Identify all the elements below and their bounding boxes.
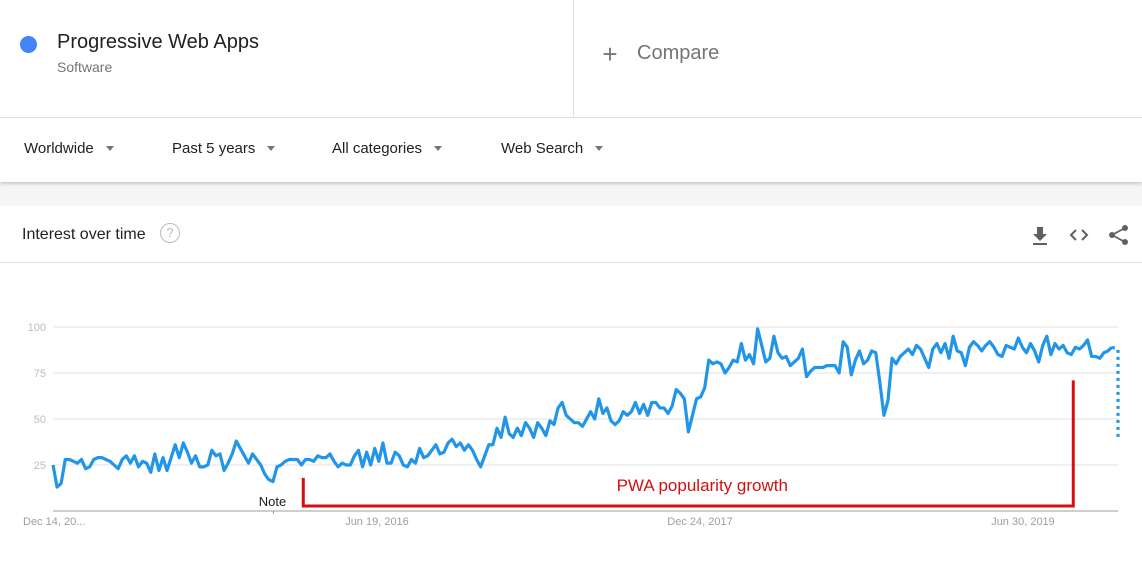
filter-time-dropdown[interactable]: Past 5 years	[172, 140, 276, 157]
filter-label: All categories	[332, 140, 423, 157]
search-terms-bar: Progressive Web Apps Software + Compare	[0, 0, 1142, 118]
section-gap	[0, 182, 1142, 206]
share-icon[interactable]	[1108, 224, 1130, 246]
term-name[interactable]: Progressive Web Apps	[57, 31, 259, 54]
filter-label: Worldwide	[24, 140, 94, 157]
search-term-card[interactable]: Progressive Web Apps Software	[0, 0, 574, 117]
compare-button[interactable]: + Compare	[600, 38, 720, 69]
caret-down-icon	[105, 146, 114, 151]
plus-icon: +	[602, 38, 618, 69]
filter-search-type-dropdown[interactable]: Web Search	[501, 140, 604, 157]
help-icon[interactable]: ?	[160, 223, 180, 243]
filter-category-dropdown[interactable]: All categories	[332, 140, 443, 157]
interest-over-time-card: Interest over time ?	[0, 206, 1142, 562]
card-title: Interest over time	[22, 226, 146, 243]
embed-code-icon[interactable]	[1068, 224, 1090, 246]
caret-down-icon	[267, 146, 276, 151]
filter-region-dropdown[interactable]: Worldwide	[24, 140, 114, 157]
filter-label: Web Search	[501, 140, 584, 157]
card-header: Interest over time ?	[0, 206, 1142, 263]
filter-label: Past 5 years	[172, 140, 256, 157]
term-category: Software	[57, 59, 113, 75]
download-icon[interactable]	[1029, 224, 1051, 246]
compare-label: Compare	[637, 42, 720, 64]
filter-bar: Worldwide Past 5 years All categories We…	[0, 118, 1142, 182]
term-color-dot-icon	[20, 36, 37, 53]
caret-down-icon	[595, 146, 604, 151]
caret-down-icon	[434, 146, 443, 151]
